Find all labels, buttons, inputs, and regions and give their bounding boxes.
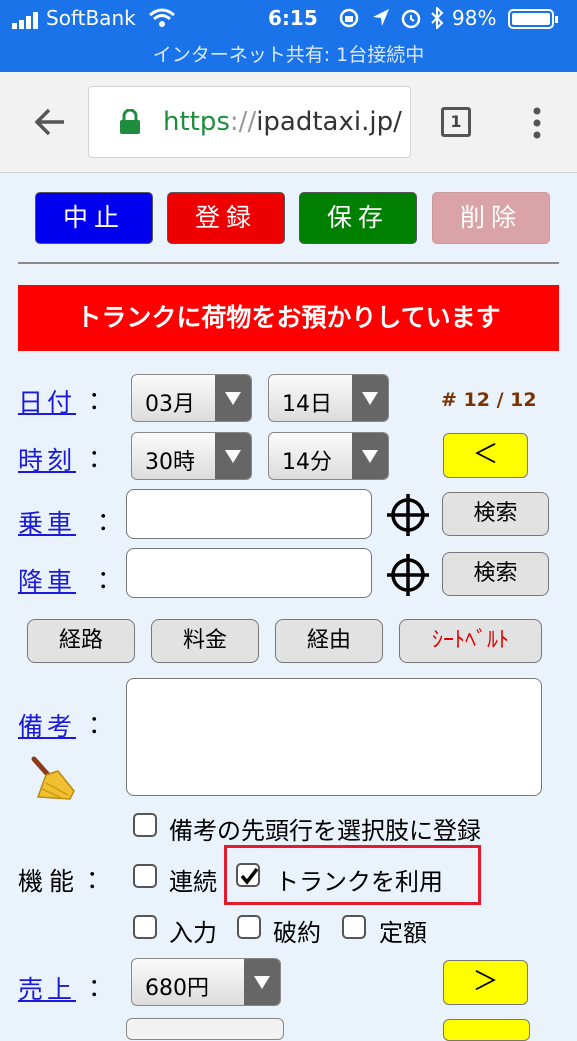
sales-label[interactable]: 売上 (18, 970, 76, 1006)
route-button[interactable]: 経路 (27, 619, 135, 663)
day-value: 14日 (282, 392, 332, 417)
dropoff-search-button[interactable]: 検索 (442, 552, 549, 596)
colon: ： (88, 386, 114, 415)
sales-value: 680円 (145, 976, 209, 1001)
minute-select[interactable]: 14分 (268, 432, 389, 480)
hotspot-banner[interactable]: インターネット共有: 1台接続中 (0, 40, 577, 67)
divider (18, 262, 559, 264)
continuous-label: 連続 (169, 868, 217, 896)
time-label[interactable]: 時刻 (18, 441, 76, 477)
next-button[interactable]: ＞ (443, 960, 528, 1005)
use-trunk-label: トランクを利用 (275, 868, 443, 896)
battery-percent: 98% (452, 6, 497, 30)
colon: ： (97, 565, 123, 594)
url-separator: :// (229, 107, 257, 137)
day-select[interactable]: 14日 (268, 374, 389, 422)
url-scheme: https (163, 107, 230, 137)
chevron-down-icon (215, 433, 251, 479)
colon: ： (86, 865, 112, 894)
colon: ： (88, 710, 114, 739)
via-button[interactable]: 経由 (275, 619, 383, 663)
hour-select[interactable]: 30時 (131, 432, 252, 480)
register-first-line-checkbox[interactable] (133, 813, 157, 837)
register-button[interactable]: 登録 (167, 192, 285, 244)
next-row-button[interactable] (443, 1019, 530, 1041)
fare-button[interactable]: 料金 (151, 619, 259, 663)
broom-icon[interactable] (30, 755, 76, 801)
seatbelt-button[interactable]: ｼｰﾄﾍﾞﾙﾄ (399, 619, 542, 663)
crosshair-icon[interactable] (385, 492, 431, 538)
use-trunk-checkbox[interactable] (236, 863, 260, 887)
bluetooth-icon (431, 7, 444, 29)
status-bar: SoftBank 6:15 98% インターネット共有: 1台接続中 (0, 0, 577, 72)
input-label: 入力 (169, 919, 217, 947)
month-select[interactable]: 03月 (131, 374, 252, 422)
checkmark-icon (240, 867, 259, 885)
cancel-contract-checkbox[interactable] (237, 915, 261, 939)
dropoff-input[interactable] (126, 548, 372, 598)
back-arrow-icon[interactable] (34, 107, 68, 137)
fixed-fare-label: 定額 (379, 919, 427, 947)
date-label[interactable]: 日付 (18, 383, 76, 419)
trunk-banner: トランクに荷物をお預かりしています (18, 285, 559, 351)
notes-textarea[interactable] (126, 678, 542, 796)
crosshair-icon[interactable] (385, 552, 431, 598)
clock: 6:15 (268, 6, 318, 30)
cancel-button[interactable]: 中止 (35, 192, 153, 244)
lock-icon (120, 109, 140, 134)
minute-value: 14分 (282, 450, 332, 475)
pickup-input[interactable] (126, 489, 372, 539)
chevron-down-icon (215, 375, 251, 421)
previous-button[interactable]: ＜ (443, 433, 528, 478)
tab-switcher-button[interactable]: 1 (441, 107, 471, 137)
carrier-name: SoftBank (46, 6, 136, 30)
url-text: https://ipadtaxi.jp/ (163, 107, 402, 137)
notes-label[interactable]: 備考 (18, 707, 76, 743)
next-row-select[interactable] (126, 1018, 284, 1040)
rotation-lock-icon (339, 8, 359, 28)
signal-icon (12, 12, 38, 29)
colon: ： (88, 973, 114, 1002)
wifi-icon (149, 8, 175, 27)
location-icon (373, 9, 389, 26)
sales-select[interactable]: 680円 (131, 958, 281, 1006)
continuous-checkbox[interactable] (133, 864, 157, 888)
url-host: ipadtaxi.jp/ (256, 107, 402, 137)
month-value: 03月 (145, 392, 195, 417)
pickup-search-button[interactable]: 検索 (442, 492, 549, 536)
fixed-fare-checkbox[interactable] (342, 915, 366, 939)
dropoff-label[interactable]: 降車 (18, 562, 76, 598)
more-menu-icon[interactable] (532, 106, 542, 140)
battery-icon (508, 9, 558, 29)
colon: ： (88, 444, 114, 473)
pickup-label[interactable]: 乗車 (18, 504, 76, 540)
chevron-down-icon (352, 433, 388, 479)
colon: ： (97, 507, 123, 536)
functions-label: 機能 (18, 867, 81, 896)
url-bar[interactable]: https://ipadtaxi.jp/ (88, 86, 411, 158)
chevron-down-icon (352, 375, 388, 421)
input-checkbox[interactable] (133, 915, 157, 939)
hour-value: 30時 (145, 450, 195, 475)
alarm-icon (401, 9, 421, 29)
register-first-line-label: 備考の先頭行を選択肢に登録 (169, 817, 481, 845)
record-counter: # 12 / 12 (441, 389, 537, 411)
cancel-contract-label: 破約 (273, 919, 321, 947)
delete-button[interactable]: 削除 (432, 192, 550, 244)
chevron-down-icon (244, 959, 280, 1005)
save-button[interactable]: 保存 (299, 192, 417, 244)
